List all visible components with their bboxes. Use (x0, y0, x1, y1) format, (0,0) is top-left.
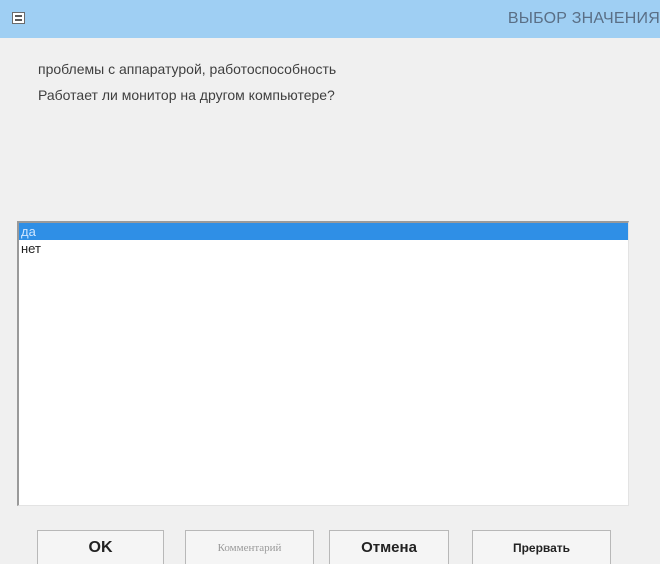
list-item-net[interactable]: нет (19, 240, 628, 257)
cancel-button[interactable]: Отмена (329, 530, 449, 564)
window-title: ВЫБОР ЗНАЧЕНИЯ (507, 10, 660, 27)
value-selection-dialog: ВЫБОР ЗНАЧЕНИЯ проблемы с аппаратурой, р… (0, 0, 660, 564)
answer-listbox[interactable]: да нет (17, 221, 629, 506)
window-app-icon[interactable] (12, 12, 25, 24)
question-area: проблемы с аппаратурой, работоспособност… (38, 56, 638, 108)
question-category: проблемы с аппаратурой, работоспособност… (38, 61, 337, 77)
comment-button[interactable]: Комментарий (185, 530, 314, 564)
ok-button[interactable]: OK (37, 530, 164, 564)
question-text: Работает ли монитор на другом компьютере… (38, 87, 335, 103)
abort-button[interactable]: Прервать (472, 530, 611, 564)
list-item-da[interactable]: да (19, 223, 628, 240)
title-bar[interactable]: ВЫБОР ЗНАЧЕНИЯ (0, 0, 660, 38)
